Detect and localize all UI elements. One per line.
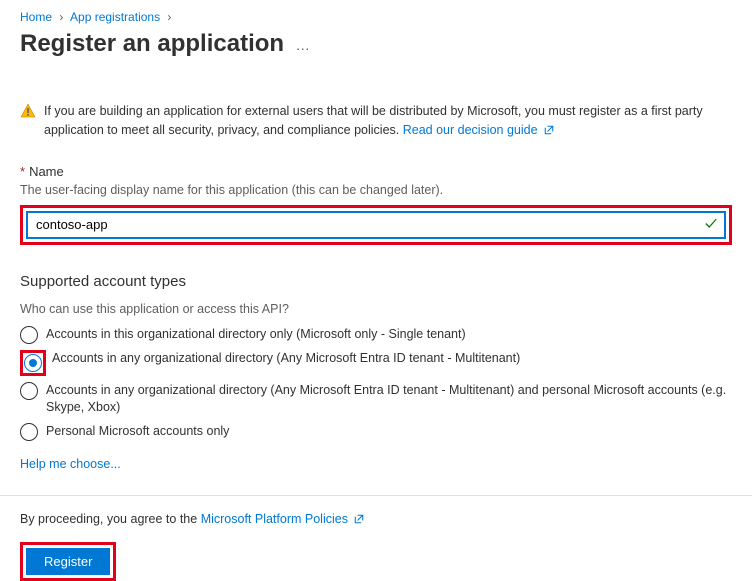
external-link-icon [543, 124, 555, 136]
warning-icon [20, 103, 36, 125]
radio-icon [24, 354, 42, 372]
decision-guide-link-text: Read our decision guide [403, 123, 538, 137]
agree-text: By proceeding, you agree to the Microsof… [20, 512, 732, 526]
name-input-highlight [20, 205, 732, 245]
required-asterisk: * [20, 164, 25, 179]
radio-label: Personal Microsoft accounts only [46, 423, 229, 441]
account-types-heading: Supported account types [20, 273, 732, 290]
page-title: Register an application [20, 30, 284, 58]
radio-label: Accounts in any organizational directory… [52, 350, 520, 368]
breadcrumb-app-registrations[interactable]: App registrations [70, 10, 160, 24]
radio-highlight [20, 350, 46, 376]
account-type-multitenant[interactable]: Accounts in any organizational directory… [20, 350, 732, 376]
name-input[interactable] [28, 213, 724, 236]
name-input-wrapper [26, 211, 726, 239]
chevron-right-icon: › [59, 10, 63, 24]
decision-guide-link[interactable]: Read our decision guide [403, 123, 555, 137]
breadcrumb: Home › App registrations › [20, 10, 732, 24]
radio-icon [20, 326, 38, 344]
account-type-single-tenant[interactable]: Accounts in this organizational director… [20, 326, 732, 344]
external-link-icon [353, 513, 365, 525]
chevron-right-icon: › [167, 10, 171, 24]
platform-policies-link-text: Microsoft Platform Policies [201, 512, 348, 526]
radio-icon [20, 382, 38, 400]
breadcrumb-home[interactable]: Home [20, 10, 52, 24]
help-me-choose-link[interactable]: Help me choose... [20, 457, 121, 471]
name-description: The user-facing display name for this ap… [20, 183, 732, 197]
warning-message: If you are building an application for e… [44, 104, 703, 137]
register-button[interactable]: Register [26, 548, 110, 575]
radio-icon [20, 423, 38, 441]
radio-label: Accounts in any organizational directory… [46, 382, 732, 417]
account-type-multitenant-personal[interactable]: Accounts in any organizational directory… [20, 382, 732, 417]
checkmark-icon [704, 216, 718, 233]
name-label-text: Name [29, 164, 64, 179]
name-label: * Name [20, 164, 732, 179]
register-button-highlight: Register [20, 542, 116, 581]
more-actions-icon[interactable]: ··· [296, 40, 310, 56]
warning-banner: If you are building an application for e… [20, 102, 732, 140]
warning-text: If you are building an application for e… [44, 102, 732, 140]
platform-policies-link[interactable]: Microsoft Platform Policies [201, 512, 366, 526]
account-types-question: Who can use this application or access t… [20, 302, 732, 316]
divider [0, 495, 752, 496]
radio-label: Accounts in this organizational director… [46, 326, 466, 344]
agree-prefix: By proceeding, you agree to the [20, 512, 201, 526]
account-type-personal-only[interactable]: Personal Microsoft accounts only [20, 423, 732, 441]
